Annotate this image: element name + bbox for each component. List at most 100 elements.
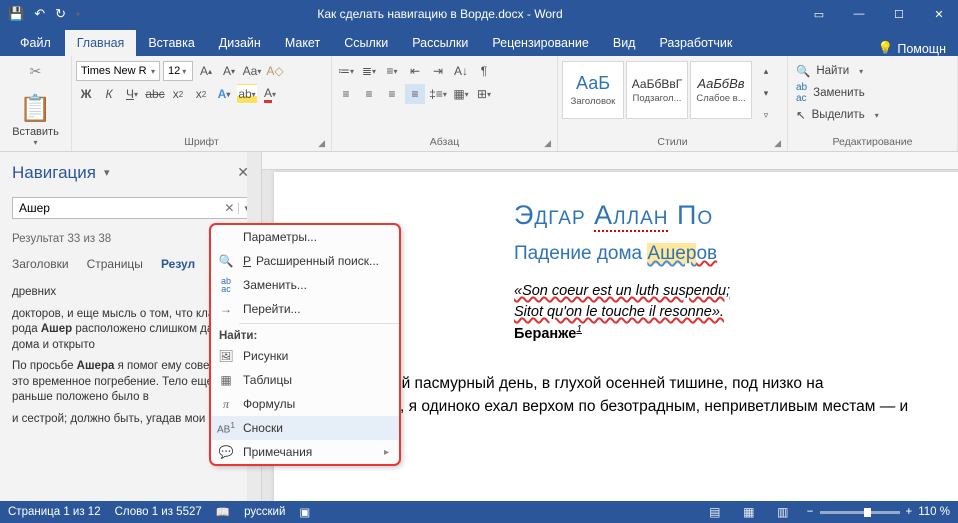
tell-me-label[interactable]: Помощн (897, 42, 946, 56)
tab-developer[interactable]: Разработчик (647, 30, 744, 56)
ribbon-options-icon[interactable]: ▭ (800, 0, 838, 28)
ctx-find-formulas[interactable]: πФормулы (211, 392, 399, 416)
zoom-out-icon[interactable]: − (807, 506, 814, 518)
style-tile-subtitle[interactable]: АаБбВвГ Подзагол... (626, 61, 688, 119)
ctx-advanced-find[interactable]: 🔍РРасширенный поиск... (211, 249, 399, 273)
redo-icon[interactable]: ↻ (55, 6, 66, 22)
ctx-options[interactable]: Параметры... (211, 225, 399, 249)
doc-title: Эдгар Аллан По (514, 200, 958, 231)
nav-tab-results[interactable]: Резул (161, 257, 195, 271)
font-size-combo[interactable]: 12▾ (163, 61, 193, 81)
launcher-icon[interactable]: ◢ (774, 138, 781, 149)
shrink-font-icon[interactable]: A▾ (219, 61, 239, 81)
nav-tab-pages[interactable]: Страницы (87, 257, 143, 271)
highlight-icon[interactable]: ab▾ (237, 84, 257, 104)
align-left-icon[interactable]: ≡ (336, 84, 356, 104)
tab-mailings[interactable]: Рассылки (400, 30, 480, 56)
doc-subtitle: Падение дома Ашеров (514, 243, 958, 265)
tab-insert[interactable]: Вставка (136, 30, 206, 56)
ctx-find-tables[interactable]: ▦Таблицы (211, 368, 399, 392)
font-family-combo[interactable]: Times New R▾ (76, 61, 160, 81)
show-marks-icon[interactable]: ¶ (474, 61, 494, 81)
tab-layout[interactable]: Макет (273, 30, 332, 56)
doc-epigraph: «Son coeur est un luth suspendu; Sitot q… (514, 281, 958, 345)
justify-icon[interactable]: ≡ (405, 84, 425, 104)
paste-button[interactable]: 📋 Вставить ▾ (13, 85, 59, 153)
view-print-icon[interactable]: ▦ (739, 504, 759, 520)
clear-format-icon[interactable]: A◇ (265, 61, 285, 81)
nav-search-clear-icon[interactable]: ✕ (220, 201, 238, 215)
tab-file[interactable]: Файл (6, 30, 65, 56)
change-case-icon[interactable]: Aa▾ (242, 61, 262, 81)
numbering-icon[interactable]: ≣▾ (359, 61, 379, 81)
zoom-slider[interactable] (820, 511, 900, 514)
status-spellcheck-icon[interactable]: 📖 (216, 505, 230, 519)
minimize-icon[interactable]: — (840, 0, 878, 28)
ctx-find-comments[interactable]: 💬Примечания▸ (211, 440, 399, 464)
zoom-thumb[interactable] (864, 508, 871, 517)
style-tile-heading[interactable]: АаБ Заголовок (562, 61, 624, 119)
view-read-icon[interactable]: ▤ (705, 504, 725, 520)
tab-references[interactable]: Ссылки (332, 30, 400, 56)
strike-icon[interactable]: abc (145, 84, 165, 104)
align-center-icon[interactable]: ≡ (359, 84, 379, 104)
group-editing-label: Редактирование (792, 134, 953, 151)
cut-icon[interactable]: ✂ (26, 61, 46, 81)
nav-search-input[interactable] (13, 201, 220, 215)
styles-scroll-up-icon[interactable]: ▴ (756, 61, 776, 81)
zoom-level[interactable]: 110 % (918, 506, 950, 518)
submenu-icon: ▸ (384, 447, 389, 458)
find-button[interactable]: 🔍Найти▾ (792, 61, 883, 81)
borders-icon[interactable]: ⊞▾ (474, 84, 494, 104)
bold-icon[interactable]: Ж (76, 84, 96, 104)
launcher-icon[interactable]: ◢ (318, 138, 325, 149)
styles-more-icon[interactable]: ▿ (756, 105, 776, 125)
italic-icon[interactable]: К (99, 84, 119, 104)
style-tile-emphasis[interactable]: АаБбВв Слабое в... (690, 61, 752, 119)
line-spacing-icon[interactable]: ‡≡▾ (428, 84, 448, 104)
maximize-icon[interactable]: ☐ (880, 0, 918, 28)
replace-button[interactable]: abacЗаменить (792, 83, 883, 103)
undo-icon[interactable]: ↶ (34, 6, 45, 22)
grow-font-icon[interactable]: A▴ (196, 61, 216, 81)
ctx-find-pictures[interactable]: 🖼Рисунки (211, 344, 399, 368)
tell-me-icon[interactable]: 💡 (878, 41, 894, 56)
status-macro-icon[interactable]: ▣ (299, 505, 310, 519)
bullets-icon[interactable]: ≔▾ (336, 61, 356, 81)
ctx-goto[interactable]: →Перейти... (211, 297, 399, 321)
decrease-indent-icon[interactable]: ⇤ (405, 61, 425, 81)
subscript-icon[interactable]: x2 (168, 84, 188, 104)
nav-options-caret[interactable]: ▾ (104, 166, 110, 179)
status-language[interactable]: русский (244, 506, 285, 518)
font-color-icon[interactable]: A▾ (260, 84, 280, 104)
align-right-icon[interactable]: ≡ (382, 84, 402, 104)
nav-search-box[interactable]: ✕ ▾ (12, 197, 255, 219)
nav-tab-headings[interactable]: Заголовки (12, 257, 69, 271)
tab-home[interactable]: Главная (65, 30, 137, 56)
close-icon[interactable]: ✕ (920, 0, 958, 28)
zoom-in-icon[interactable]: + (906, 506, 913, 518)
view-web-icon[interactable]: ▥ (773, 504, 793, 520)
search-icon: 🔍 (217, 254, 235, 268)
launcher-icon[interactable]: ◢ (544, 138, 551, 149)
ctx-replace[interactable]: abacЗаменить... (211, 273, 399, 297)
save-icon[interactable]: 💾 (8, 6, 24, 22)
status-word-count[interactable]: Слово 1 из 5527 (115, 506, 202, 518)
tab-review[interactable]: Рецензирование (480, 30, 601, 56)
tab-view[interactable]: Вид (601, 30, 648, 56)
text-effects-icon[interactable]: A▾ (214, 84, 234, 104)
sort-icon[interactable]: A↓ (451, 61, 471, 81)
multilevel-icon[interactable]: ≡▾ (382, 61, 402, 81)
status-page[interactable]: Страница 1 из 12 (8, 506, 101, 518)
horizontal-ruler[interactable] (262, 152, 958, 170)
increase-indent-icon[interactable]: ⇥ (428, 61, 448, 81)
ctx-find-footnotes[interactable]: AB1Сноски (211, 416, 399, 440)
replace-icon: abac (796, 82, 807, 104)
superscript-icon[interactable]: x2 (191, 84, 211, 104)
shading-icon[interactable]: ▦▾ (451, 84, 471, 104)
status-bar: Страница 1 из 12 Слово 1 из 5527 📖 русск… (0, 501, 958, 523)
tab-design[interactable]: Дизайн (207, 30, 273, 56)
styles-scroll-down-icon[interactable]: ▾ (756, 83, 776, 103)
underline-icon[interactable]: Ч▾ (122, 84, 142, 104)
select-button[interactable]: ↖Выделить▾ (792, 105, 883, 125)
